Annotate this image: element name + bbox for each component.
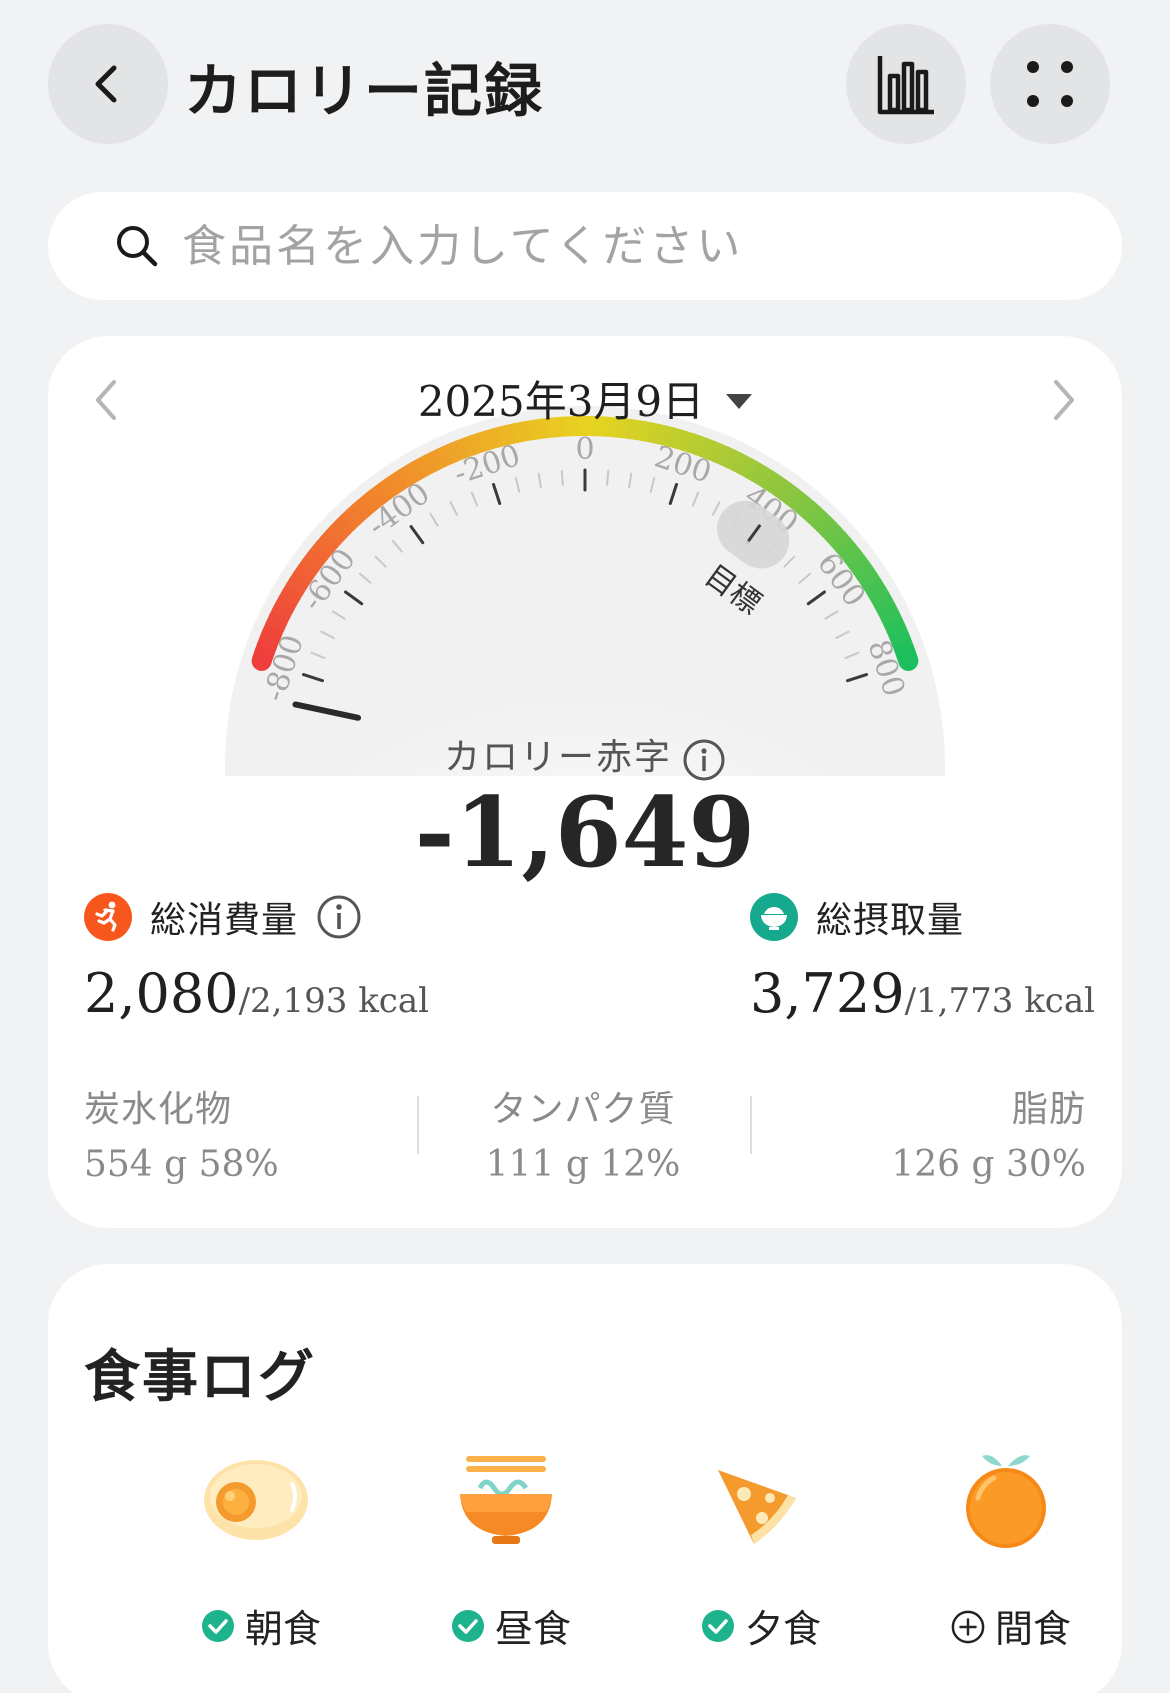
- macro-protein: タンパク質 111 g 12%: [388, 1080, 778, 1185]
- deficit-label: カロリー赤字: [443, 737, 672, 778]
- caret-down-icon: [726, 393, 753, 409]
- burn-target: /2,193 kcal: [238, 981, 429, 1021]
- search-bar[interactable]: [48, 192, 1122, 300]
- chevron-right-icon: [1054, 380, 1074, 420]
- date-label: 2025年3月9日: [417, 377, 705, 426]
- macro-value: 126 g 30%: [891, 1144, 1086, 1185]
- macro-name: 炭水化物: [84, 1089, 233, 1130]
- orange-icon: [966, 1455, 1046, 1548]
- gauge-tick-label: 0: [575, 432, 594, 467]
- calorie-summary-card: -800 -600 -400 -200 0 200 400 600 800 目標 2025年3月…: [48, 336, 1122, 1228]
- deficit-label-row: カロリー赤字: [48, 728, 1122, 782]
- meal-label: 間食: [994, 1607, 1071, 1651]
- intake-label: 総摂取量: [816, 900, 965, 941]
- running-icon: [84, 893, 132, 941]
- meal-breakfast[interactable]: 朝食: [156, 1440, 356, 1653]
- meal-snack[interactable]: 間食: [906, 1440, 1106, 1653]
- meal-log-title: 食事ログ: [84, 1344, 316, 1410]
- meal-label: 昼食: [494, 1607, 571, 1651]
- total-burn: 総消費量 2,080/2,193 kcal: [84, 892, 429, 1025]
- chevron-left-icon: [95, 65, 117, 103]
- statistics-button[interactable]: [846, 24, 966, 144]
- bar-chart-icon: [877, 56, 934, 115]
- burn-label: 総消費量: [150, 900, 299, 941]
- macro-carbs: 炭水化物 554 g 58%: [84, 1080, 279, 1185]
- egg-icon: [204, 1460, 308, 1540]
- search-input[interactable]: [182, 220, 982, 272]
- meal-label: 夕食: [744, 1607, 821, 1651]
- info-icon[interactable]: [316, 894, 362, 940]
- burn-value: 2,080: [84, 962, 239, 1025]
- rice-bowl-icon: [750, 893, 798, 941]
- back-button[interactable]: [48, 24, 168, 144]
- check-icon: [451, 1609, 485, 1643]
- macro-fat: 脂肪 126 g 30%: [891, 1080, 1086, 1185]
- intake-value: 3,729: [750, 962, 905, 1025]
- deficit-value: -1,649: [414, 776, 756, 889]
- grid-dots-icon: [1027, 61, 1073, 107]
- meal-lunch[interactable]: 昼食: [406, 1440, 606, 1653]
- macro-name: 脂肪: [1011, 1089, 1086, 1130]
- pizza-icon: [718, 1470, 796, 1544]
- total-intake: 総摂取量 3,729/1,773 kcal: [750, 892, 1095, 1025]
- check-icon: [201, 1609, 235, 1643]
- macro-value: 554 g 58%: [84, 1144, 279, 1185]
- macro-value: 111 g 12%: [485, 1144, 681, 1185]
- more-menu-button[interactable]: [990, 24, 1110, 144]
- macro-name: タンパク質: [490, 1089, 676, 1130]
- search-icon: [114, 223, 160, 269]
- noodle-bowl-icon: [460, 1456, 552, 1544]
- check-icon: [701, 1609, 735, 1643]
- meal-label: 朝食: [244, 1607, 321, 1651]
- divider: [750, 1096, 752, 1154]
- meal-log-card: 食事ログ 朝食 昼食 夕食 間食: [48, 1264, 1122, 1693]
- next-day-button[interactable]: [1044, 372, 1084, 428]
- add-circle-icon: [951, 1609, 985, 1643]
- date-selector[interactable]: 2025年3月9日: [48, 368, 1122, 429]
- meal-dinner[interactable]: 夕食: [656, 1440, 856, 1653]
- page-title: カロリー記録: [184, 57, 545, 125]
- intake-target: /1,773 kcal: [904, 981, 1095, 1021]
